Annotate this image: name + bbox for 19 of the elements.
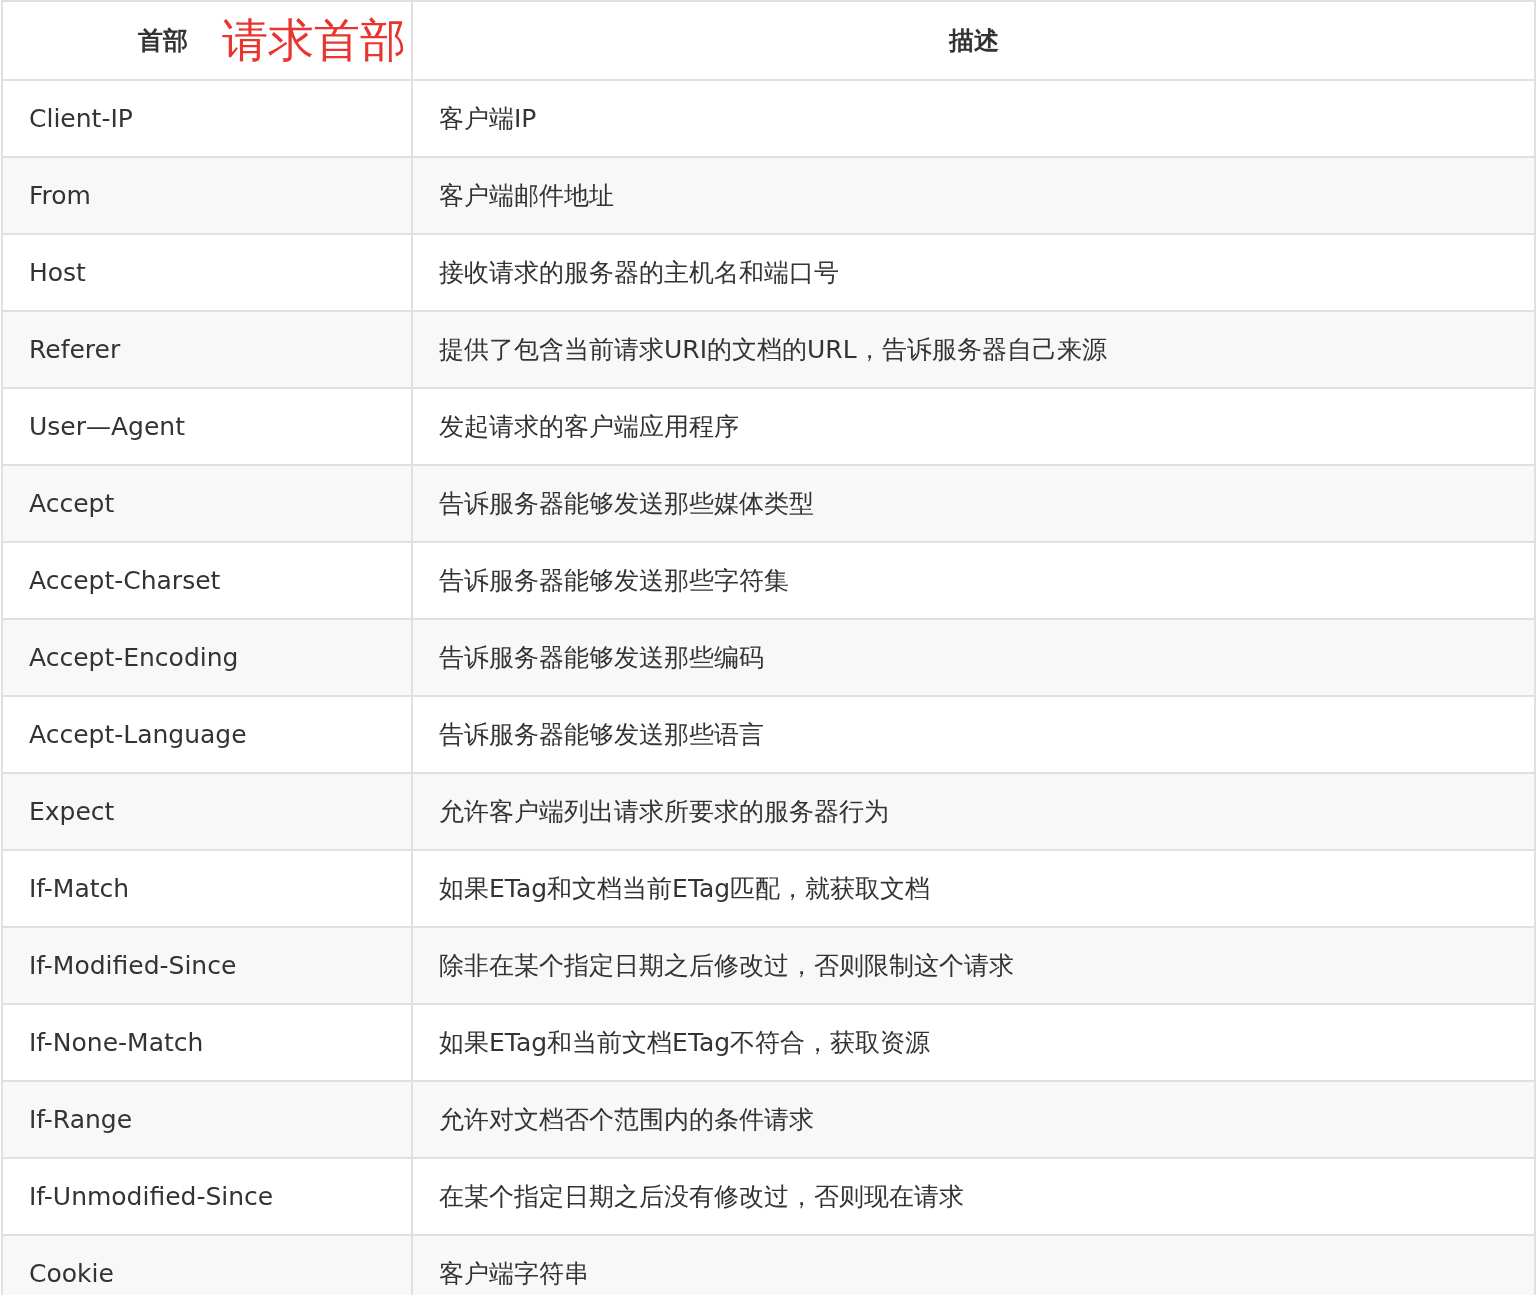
table-cell: Cookie [2,1235,412,1295]
table-cell: Expect [2,773,412,850]
table-cell: 客户端邮件地址 [412,157,1535,234]
column-header: 描述 [412,1,1535,80]
table-cell: 客户端字符串 [412,1235,1535,1295]
table-cell: Accept-Encoding [2,619,412,696]
table-cell: If-Modified-Since [2,927,412,1004]
handwritten-annotation: 请求首部 [222,12,406,69]
table-cell: 除非在某个指定日期之后修改过，否则限制这个请求 [412,927,1535,1004]
table-cell: 告诉服务器能够发送那些媒体类型 [412,465,1535,542]
table-cell: 允许客户端列出请求所要求的服务器行为 [412,773,1535,850]
table-cell: Referer [2,311,412,388]
table-cell: If-Range [2,1081,412,1158]
table-cell: 告诉服务器能够发送那些编码 [412,619,1535,696]
table-cell: 提供了包含当前请求URI的文档的URL，告诉服务器自己来源 [412,311,1535,388]
table-cell: From [2,157,412,234]
column-header: 首部 [138,24,188,57]
table-cell: 允许对文档否个范围内的条件请求 [412,1081,1535,1158]
table-cell: Accept [2,465,412,542]
